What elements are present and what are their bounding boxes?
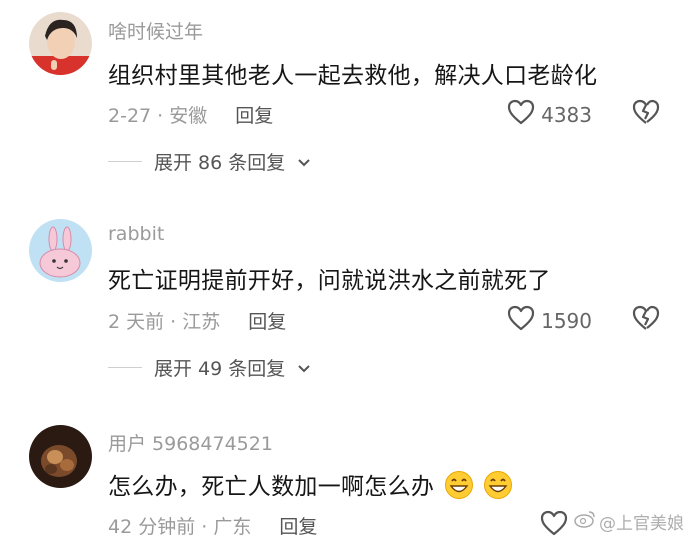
avatar[interactable] (29, 425, 92, 488)
comment-text-body: 怎么办，死亡人数加一啊怎么办 (108, 474, 435, 500)
divider-line (108, 367, 142, 368)
comment-username[interactable]: rabbit (108, 223, 164, 245)
watermark-text: @上官美娘 (599, 514, 684, 534)
expand-replies-label: 展开 49 条回复 (154, 358, 286, 380)
watermark: @上官美娘 (574, 509, 684, 534)
weibo-logo-icon (574, 510, 596, 533)
comment-time-location: 2-27 · 安徽 (108, 105, 208, 127)
like-button[interactable]: 1590 (507, 305, 592, 336)
comment-meta: 42 分钟前 · 广东 回复 (108, 512, 317, 539)
expand-replies-button[interactable]: 展开 49 条回复 (108, 354, 311, 381)
grinning-face-icon (483, 470, 513, 506)
dislike-button[interactable] (632, 99, 660, 129)
reply-button[interactable]: 回复 (248, 311, 286, 333)
comment-username[interactable]: 啥时候过年 (108, 17, 203, 44)
avatar[interactable] (29, 12, 92, 75)
comment-text: 怎么办，死亡人数加一啊怎么办 (108, 467, 513, 506)
chevron-down-icon (297, 151, 311, 173)
expand-replies-button[interactable]: 展开 86 条回复 (108, 148, 311, 175)
broken-heart-icon (632, 305, 660, 335)
like-button[interactable]: 4383 (507, 99, 592, 130)
dislike-button[interactable] (632, 305, 660, 335)
like-button[interactable] (540, 510, 568, 541)
expand-replies-label: 展开 86 条回复 (154, 152, 286, 174)
comment-username[interactable]: 用户 5968474521 (108, 429, 273, 456)
reply-button[interactable]: 回复 (279, 516, 317, 538)
comment-time-location: 2 天前 · 江苏 (108, 311, 221, 333)
heart-icon (507, 305, 535, 336)
comment-meta: 2-27 · 安徽 回复 (108, 101, 273, 128)
heart-icon (540, 510, 568, 541)
grinning-face-icon (444, 470, 474, 506)
broken-heart-icon (632, 99, 660, 129)
chevron-down-icon (297, 357, 311, 379)
avatar[interactable] (29, 219, 92, 282)
comment-time-location: 42 分钟前 · 广东 (108, 516, 252, 538)
like-count: 4383 (541, 102, 592, 127)
comment-meta: 2 天前 · 江苏 回复 (108, 307, 286, 334)
like-count: 1590 (541, 308, 592, 333)
comment-text: 死亡证明提前开好，问就说洪水之前就死了 (108, 268, 551, 294)
reply-button[interactable]: 回复 (235, 105, 273, 127)
divider-line (108, 161, 142, 162)
comment-text: 组织村里其他老人一起去救他，解决人口老龄化 (108, 63, 598, 89)
heart-icon (507, 99, 535, 130)
